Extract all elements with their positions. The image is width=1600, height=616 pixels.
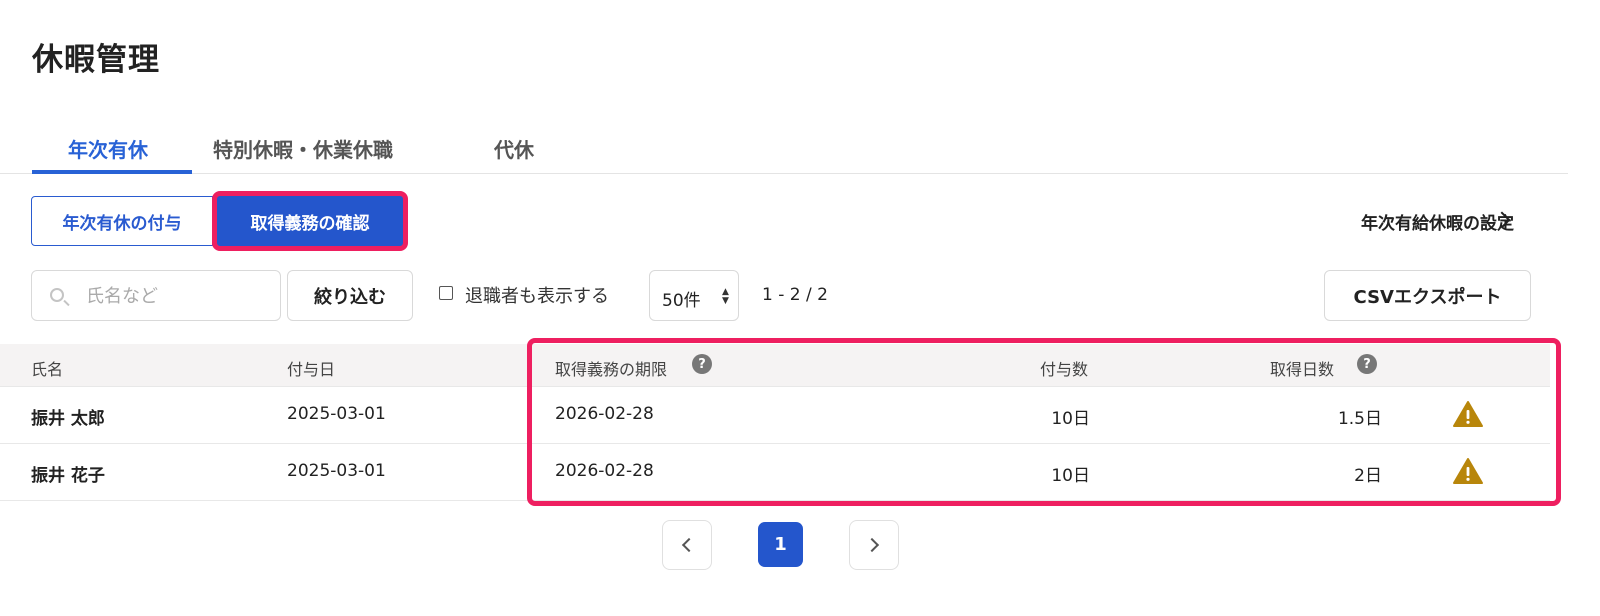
grant-annual-leave-button[interactable]: 年次有休の付与 bbox=[31, 196, 213, 246]
help-icon[interactable]: ? bbox=[692, 354, 712, 374]
tab-special-leave[interactable]: 特別休暇・休業休職 bbox=[213, 134, 393, 163]
result-range: 1 - 2 / 2 bbox=[762, 285, 828, 305]
chevron-right-icon bbox=[864, 537, 880, 553]
cell-name: 振井 太郎 bbox=[31, 409, 105, 429]
tab-annual-leave[interactable]: 年次有休 bbox=[68, 134, 148, 163]
per-page-value: 50件 bbox=[662, 291, 701, 311]
per-page-select[interactable]: 50件 ▲ ▼ bbox=[649, 270, 739, 321]
cell-granted: 10日 bbox=[1051, 409, 1090, 429]
annual-leave-settings-link[interactable]: 年次有給休暇の設定 bbox=[1361, 209, 1514, 234]
warning-icon bbox=[1453, 458, 1483, 484]
cell-taken: 2日 bbox=[1354, 466, 1382, 486]
cell-deadline: 2026-02-28 bbox=[555, 461, 654, 481]
header-grant-date: 付与日 bbox=[287, 360, 336, 379]
tab-compensatory-leave[interactable]: 代休 bbox=[494, 134, 534, 163]
pagination-next-button[interactable] bbox=[849, 520, 899, 570]
search-icon bbox=[50, 288, 64, 302]
header-taken: 取得日数 bbox=[1270, 360, 1335, 379]
table-row[interactable]: 振井 花子 2025-03-01 2026-02-28 10日 2日 bbox=[0, 444, 1550, 501]
warning-icon bbox=[1453, 401, 1483, 427]
filter-button[interactable]: 絞り込む bbox=[287, 270, 413, 321]
show-retired-label[interactable]: 退職者も表示する bbox=[465, 282, 609, 308]
cell-granted: 10日 bbox=[1051, 466, 1090, 486]
chevron-left-icon bbox=[681, 537, 697, 553]
table-row[interactable]: 振井 太郎 2025-03-01 2026-02-28 10日 1.5日 bbox=[0, 387, 1550, 444]
show-retired-checkbox[interactable] bbox=[439, 286, 453, 300]
pagination-current-page[interactable]: 1 bbox=[758, 522, 803, 567]
select-arrows-icon: ▲ ▼ bbox=[722, 287, 729, 306]
cell-grant-date: 2025-03-01 bbox=[287, 461, 386, 481]
header-deadline: 取得義務の期限 bbox=[555, 360, 668, 379]
table-header: 氏名 付与日 取得義務の期限 ? 付与数 取得日数 ? bbox=[0, 344, 1550, 387]
header-granted: 付与数 bbox=[1040, 360, 1089, 379]
cell-name: 振井 花子 bbox=[31, 466, 105, 486]
cell-grant-date: 2025-03-01 bbox=[287, 404, 386, 424]
help-icon[interactable]: ? bbox=[1357, 354, 1377, 374]
check-obligation-button[interactable]: 取得義務の確認 bbox=[217, 196, 403, 246]
pagination-prev-button[interactable] bbox=[662, 520, 712, 570]
search-input[interactable] bbox=[86, 281, 266, 311]
csv-export-button[interactable]: CSVエクスポート bbox=[1324, 270, 1531, 321]
header-name: 氏名 bbox=[31, 360, 64, 379]
active-tab-indicator bbox=[32, 170, 192, 174]
page-title: 休暇管理 bbox=[32, 42, 160, 78]
search-box[interactable] bbox=[31, 270, 281, 321]
cell-deadline: 2026-02-28 bbox=[555, 404, 654, 424]
tab-bar: 年次有休 特別休暇・休業休職 代休 bbox=[0, 126, 1568, 174]
cell-taken: 1.5日 bbox=[1337, 409, 1382, 429]
